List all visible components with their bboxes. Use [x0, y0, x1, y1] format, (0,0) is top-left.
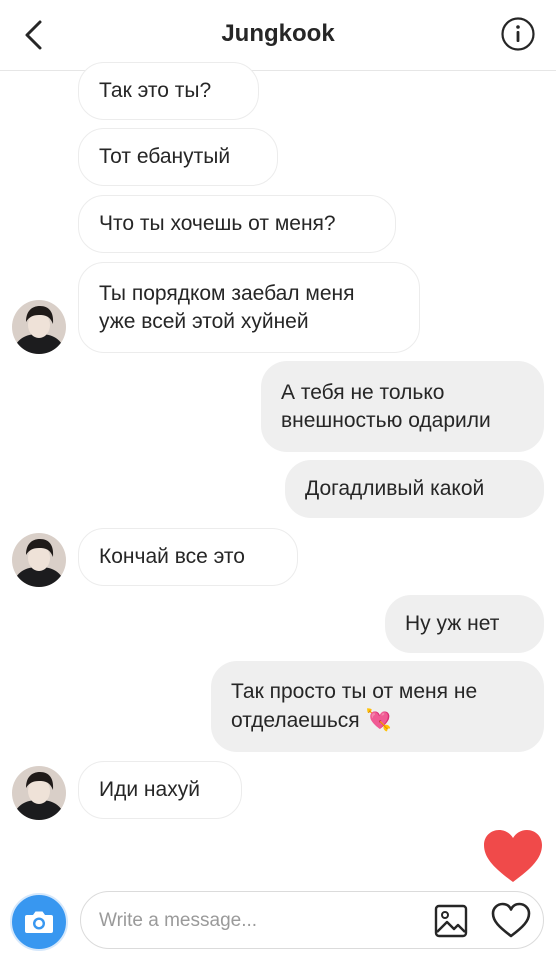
message-text: Что ты хочешь от меня? [99, 212, 336, 235]
message-text: Иди нахуй [99, 778, 200, 801]
message-bubble-incoming[interactable]: Тот ебанутый [78, 128, 278, 186]
info-icon [501, 17, 535, 51]
message-bubble-incoming[interactable]: Иди нахуй [78, 761, 242, 819]
gallery-button[interactable] [434, 904, 468, 938]
message-bubble-outgoing[interactable]: Догадливый какой [285, 460, 544, 518]
heart-icon [484, 830, 542, 882]
message-text: А тебя не только внешностью одарили [281, 380, 491, 432]
message-bubble-outgoing[interactable]: Так просто ты от меня не отделаешься 💘 [211, 661, 544, 752]
avatar[interactable] [12, 533, 66, 587]
camera-icon [25, 911, 53, 933]
message-composer [80, 891, 544, 950]
heart-outline-icon [491, 902, 531, 938]
camera-button[interactable] [10, 893, 68, 951]
message-text: Так просто ты от меня не отделаешься 💘 [231, 680, 478, 732]
message-text: Так это ты? [99, 79, 212, 102]
message-input[interactable] [97, 892, 431, 950]
info-button[interactable] [500, 16, 536, 52]
chat-title[interactable]: Jungkook [0, 20, 556, 48]
message-text: Ну уж нет [405, 612, 500, 635]
chat-header: Jungkook [0, 0, 556, 71]
message-bubble-incoming[interactable]: Ты порядком заебал меня уже всей этой ху… [78, 262, 420, 353]
message-bubble-incoming[interactable]: Кончай все это [78, 528, 298, 586]
message-text: Кончай все это [99, 545, 245, 568]
like-button[interactable] [491, 902, 531, 940]
avatar[interactable] [12, 300, 66, 354]
gallery-icon [434, 904, 468, 938]
message-bubble-outgoing[interactable]: А тебя не только внешностью одарили [261, 361, 544, 452]
message-bubble-outgoing[interactable]: Ну уж нет [385, 595, 544, 653]
heart-reaction[interactable] [482, 828, 544, 884]
avatar[interactable] [12, 766, 66, 820]
message-bubble-incoming[interactable]: Так это ты? [78, 62, 259, 120]
heart-arrow-emoji: 💘 [365, 708, 392, 732]
message-text: Тот ебанутый [99, 145, 231, 168]
message-text: Догадливый какой [305, 477, 485, 500]
message-bubble-incoming[interactable]: Что ты хочешь от меня? [78, 195, 396, 253]
message-text: Ты порядком заебал меня уже всей этой ху… [99, 281, 355, 333]
